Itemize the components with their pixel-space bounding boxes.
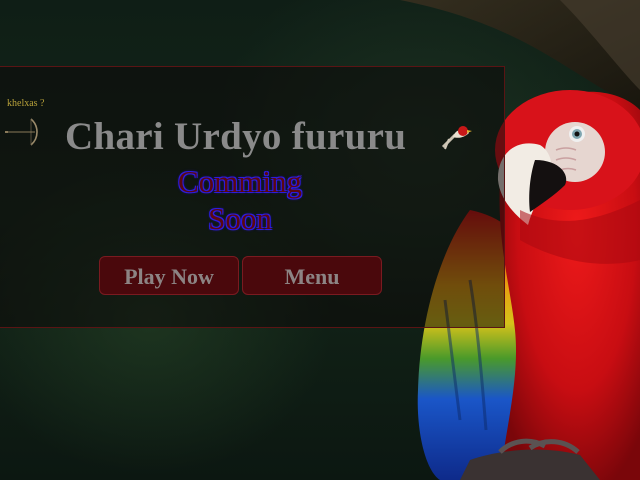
game-title: Chari Urdyo fururu [65, 115, 407, 158]
menu-button[interactable]: Menu [242, 256, 382, 295]
panel-tag-label: khelxas ? [7, 98, 45, 109]
title-panel: khelxas ? Chari Urdyo fururu Comming Soo… [0, 66, 505, 328]
small-bird-icon [439, 121, 475, 156]
bow-and-arrow-icon [5, 116, 41, 153]
play-now-button[interactable]: Play Now [99, 256, 239, 295]
status-line-2: Soon [208, 201, 272, 236]
status-text: Comming Soon [149, 163, 331, 237]
status-line-1: Comming [177, 164, 302, 199]
